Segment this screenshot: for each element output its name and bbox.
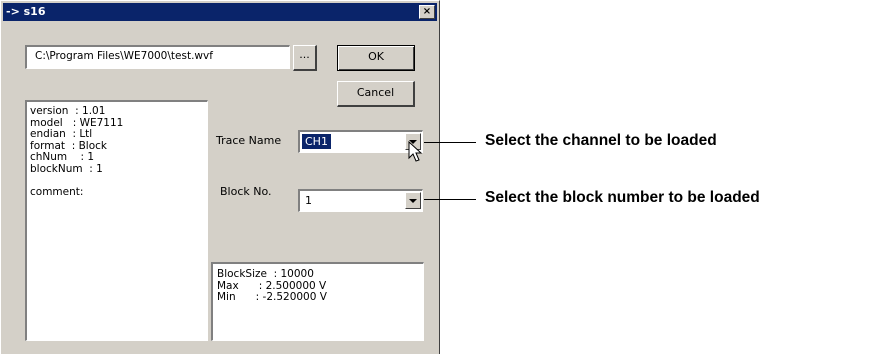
block-no-label: Block No. bbox=[220, 185, 272, 198]
block-no-select[interactable]: 1 bbox=[298, 189, 423, 212]
block-callout-line bbox=[424, 199, 476, 200]
info-line-blank bbox=[30, 175, 207, 187]
close-button[interactable]: × bbox=[419, 5, 435, 19]
stats-line-min: Min : -2.520000 V bbox=[217, 291, 327, 303]
trace-name-select[interactable]: CH1 bbox=[298, 130, 423, 153]
info-line-version: version : 1.01 bbox=[30, 105, 106, 117]
close-icon: × bbox=[422, 6, 432, 17]
block-dropdown-arrow-icon[interactable] bbox=[405, 192, 421, 209]
file-info-box: version : 1.01 model : WE7111 endian : L… bbox=[25, 100, 208, 341]
ok-button[interactable]: OK bbox=[337, 45, 415, 71]
trace-callout-line bbox=[424, 142, 476, 143]
trace-name-label: Trace Name bbox=[216, 134, 282, 147]
trace-name-value: CH1 bbox=[302, 134, 331, 149]
load-file-dialog: -> s16 × C:\Program Files\WE7000\test.wv… bbox=[0, 0, 440, 354]
info-line-endian: endian : Ltl bbox=[30, 128, 93, 140]
browse-button[interactable]: ... bbox=[293, 45, 317, 71]
stats-line-blocksize: BlockSize : 10000 bbox=[217, 268, 314, 280]
trace-callout-text: Select the channel to be loaded bbox=[485, 132, 717, 149]
window-title: -> s16 bbox=[6, 5, 46, 18]
info-line-comment: comment: bbox=[30, 185, 84, 198]
info-line-chnum: chNum : 1 bbox=[30, 151, 95, 163]
info-line-blocknum: blockNum : 1 bbox=[30, 162, 103, 175]
block-callout-text: Select the block number to be loaded bbox=[485, 189, 760, 206]
mouse-cursor-icon bbox=[408, 141, 423, 162]
trace-name-field[interactable]: CH1 bbox=[298, 130, 423, 153]
block-no-field[interactable]: 1 bbox=[298, 189, 423, 212]
file-path-field[interactable]: C:\Program Files\WE7000\test.wvf bbox=[25, 45, 290, 69]
cancel-button[interactable]: Cancel bbox=[337, 81, 415, 107]
block-stats-box: BlockSize : 10000 Max : 2.500000 V Min :… bbox=[211, 262, 424, 341]
block-no-value: 1 bbox=[305, 194, 312, 207]
stats-line-max: Max : 2.500000 V bbox=[217, 279, 327, 292]
title-bar: -> s16 × bbox=[3, 3, 437, 21]
